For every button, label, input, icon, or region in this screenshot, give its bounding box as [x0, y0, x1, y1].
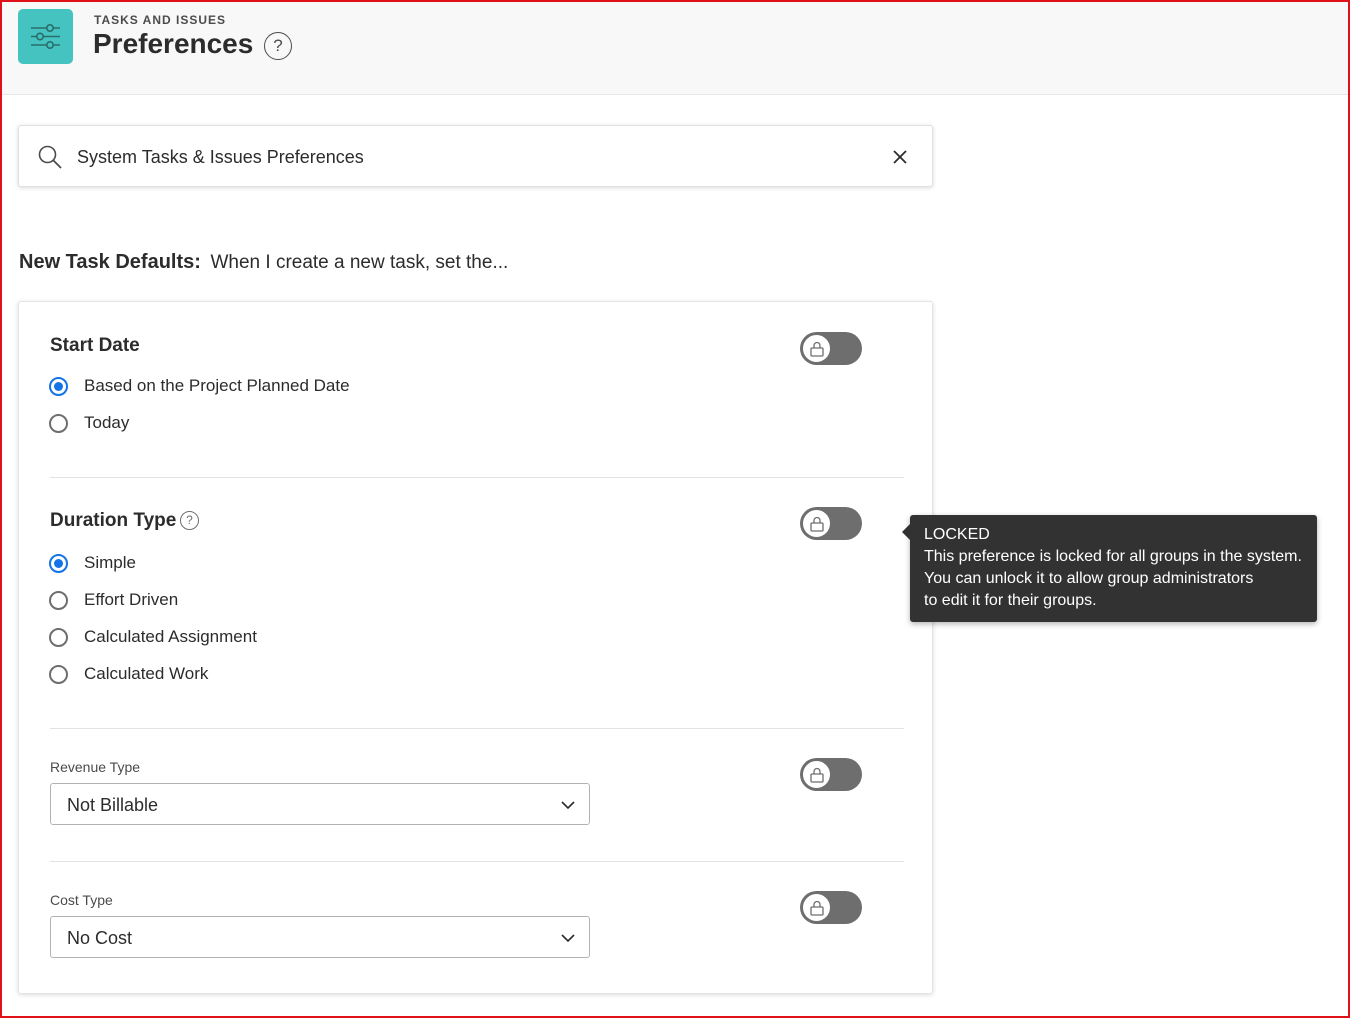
cost-type-lock-toggle[interactable] [800, 891, 862, 924]
radio-button[interactable] [49, 554, 68, 573]
section-title: New Task Defaults: [19, 251, 201, 273]
radio-button[interactable] [49, 628, 68, 647]
page-title: Preferences [93, 28, 254, 59]
close-icon[interactable] [891, 148, 909, 166]
chevron-down-icon [561, 801, 575, 810]
radio-label: Based on the Project Planned Date [84, 376, 350, 395]
select-value: Not Billable [67, 795, 159, 815]
radio-button[interactable] [49, 665, 68, 684]
divider [50, 728, 904, 729]
section-subtitle: When I create a new task, set the... [210, 252, 509, 273]
help-icon[interactable]: ? [264, 32, 292, 60]
radio-label: Calculated Work [84, 664, 209, 683]
revenue-type-label: Revenue Type [50, 759, 141, 775]
radio-button[interactable] [49, 377, 68, 396]
tooltip-title: LOCKED [924, 526, 990, 543]
radio-button[interactable] [49, 591, 68, 610]
radio-label: Simple [84, 553, 136, 572]
tooltip-line: to edit it for their groups. [924, 592, 1097, 609]
radio-label: Calculated Assignment [84, 627, 257, 646]
revenue-type-lock-toggle[interactable] [800, 758, 862, 791]
revenue-type-select[interactable]: Not Billable [50, 783, 590, 825]
lock-icon [801, 508, 832, 539]
radio-button[interactable] [49, 414, 68, 433]
lock-icon [801, 759, 832, 790]
divider [50, 477, 904, 478]
lock-icon [801, 892, 832, 923]
duration-type-title: Duration Type [50, 510, 177, 531]
chevron-down-icon [561, 934, 575, 943]
duration-type-lock-toggle[interactable] [800, 507, 862, 540]
search-input[interactable] [77, 144, 857, 170]
start-date-title: Start Date [50, 335, 140, 356]
sliders-icon [18, 9, 73, 64]
tooltip-line: You can unlock it to allow group adminis… [924, 570, 1254, 587]
help-icon[interactable]: ? [180, 511, 199, 530]
start-date-lock-toggle[interactable] [800, 332, 862, 365]
preferences-card: Start Date Based on the Project Planned … [18, 301, 933, 994]
cost-type-select[interactable]: No Cost [50, 916, 590, 958]
divider [50, 861, 904, 862]
cost-type-label: Cost Type [50, 892, 113, 908]
lock-icon [801, 333, 832, 364]
radio-label: Today [84, 413, 130, 432]
radio-label: Effort Driven [84, 590, 179, 609]
search-box [18, 125, 933, 187]
tooltip-line: This preference is locked for all groups… [924, 548, 1302, 565]
search-icon [38, 145, 62, 169]
select-value: No Cost [67, 928, 133, 948]
locked-tooltip: LOCKED This preference is locked for all… [902, 515, 1317, 622]
breadcrumb: TASKS AND ISSUES [94, 13, 227, 27]
page-header: TASKS AND ISSUES Preferences ? [0, 0, 1350, 95]
section-heading: New Task Defaults: When I create a new t… [19, 251, 508, 274]
